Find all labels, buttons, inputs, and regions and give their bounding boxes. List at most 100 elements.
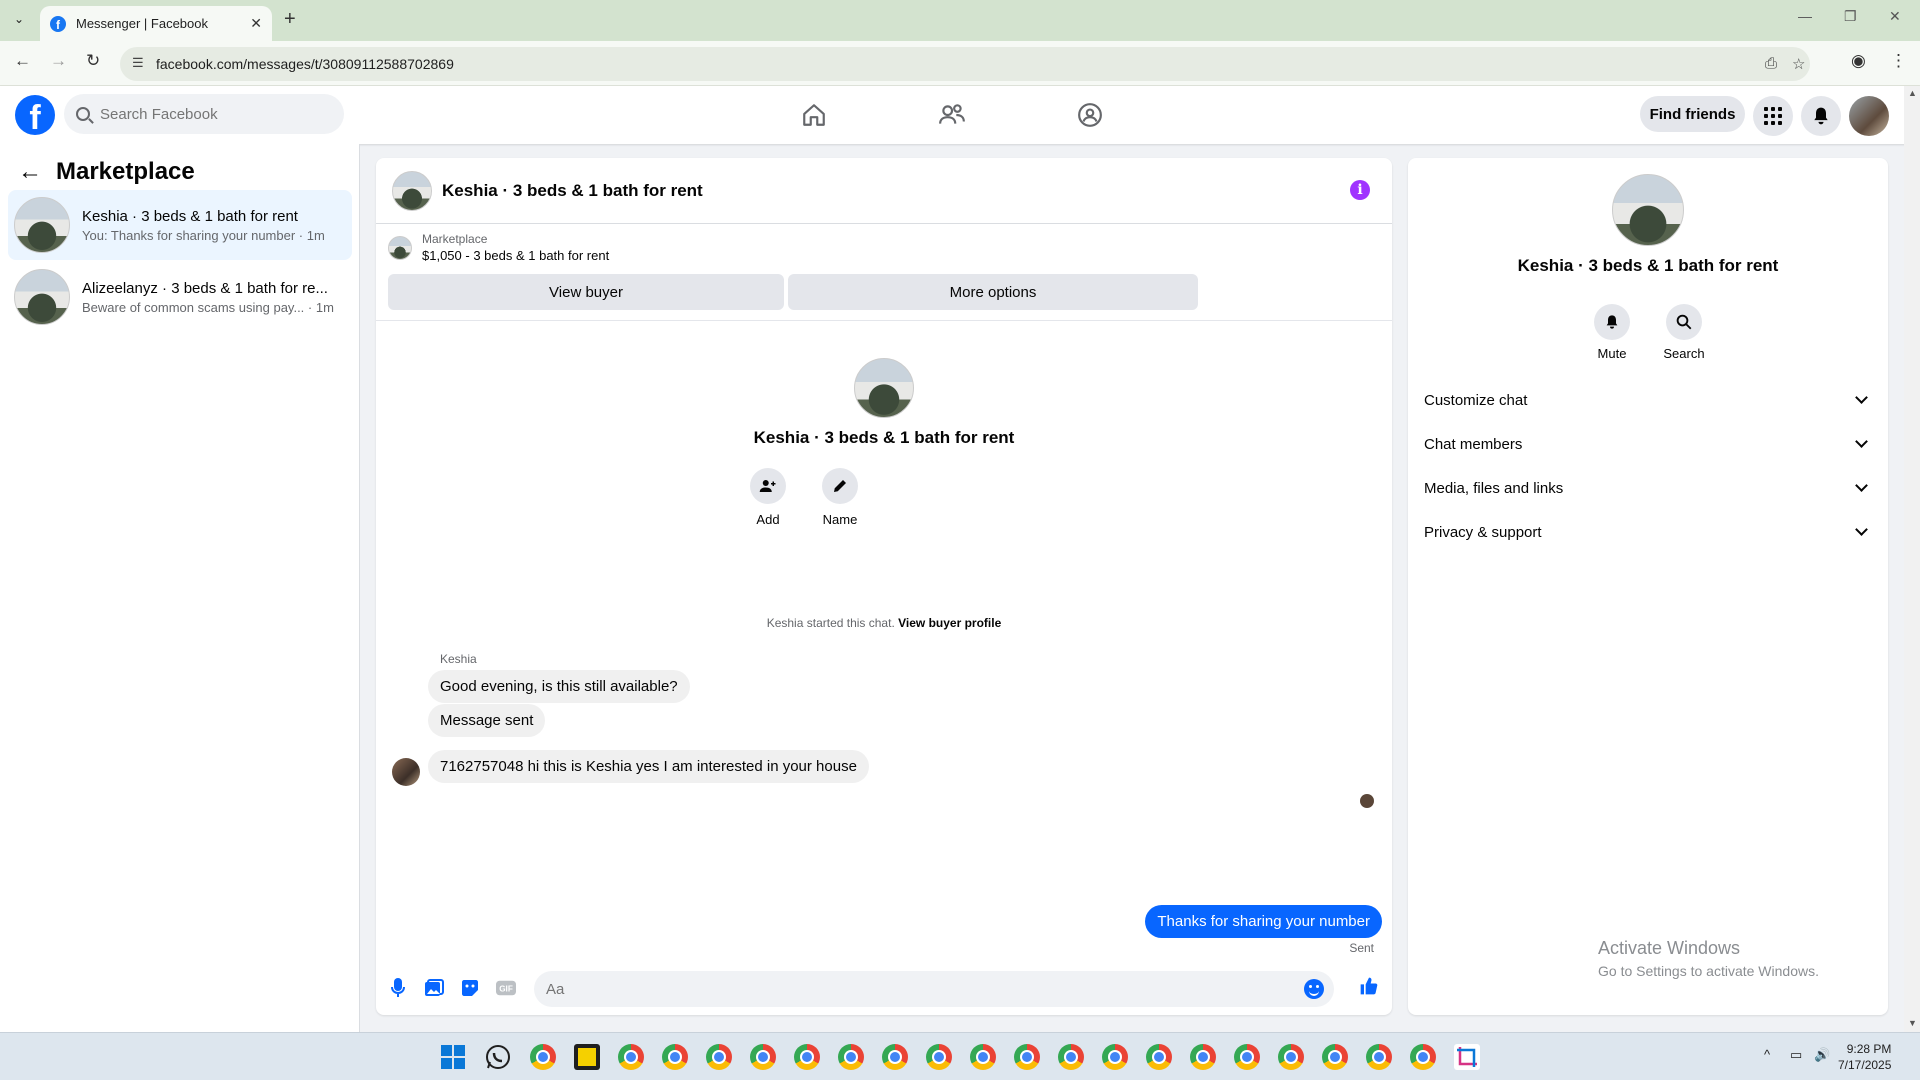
start-windows-icon[interactable] (440, 1044, 466, 1070)
reload-icon[interactable]: ↻ (86, 51, 100, 71)
facebook-search-input[interactable] (100, 105, 320, 123)
find-friends-button[interactable]: Find friends (1640, 96, 1745, 132)
facebook-search-box[interactable] (64, 94, 344, 134)
home-icon[interactable] (796, 98, 832, 132)
add-label: Add (756, 512, 780, 527)
conversation-item-keshia[interactable]: Keshia · 3 beds & 1 bath for rent You: T… (8, 190, 352, 260)
network-icon[interactable]: ▭ (1790, 1047, 1802, 1063)
details-thumbnail[interactable] (1612, 174, 1684, 246)
chrome-icon[interactable] (1058, 1044, 1084, 1070)
chrome-icon[interactable] (794, 1044, 820, 1070)
scroll-down-icon[interactable]: ▼ (1908, 1018, 1917, 1028)
whatsapp-icon[interactable] (485, 1044, 511, 1070)
sticky-notes-icon[interactable] (574, 1044, 600, 1070)
friends-icon[interactable] (934, 98, 970, 132)
chrome-icon[interactable] (530, 1044, 556, 1070)
sender-avatar[interactable] (392, 758, 420, 786)
thumbs-up-icon[interactable] (1359, 976, 1379, 996)
message-bubble[interactable]: Good evening, is this still available? (428, 670, 690, 703)
browser-tab[interactable]: f Messenger | Facebook ✕ (40, 6, 272, 41)
site-info-icon[interactable]: ☰ (132, 55, 144, 71)
back-arrow-icon[interactable]: ← (14, 51, 31, 71)
add-people-action[interactable]: Add (738, 468, 798, 527)
tab-close-icon[interactable]: ✕ (250, 15, 262, 32)
new-tab-icon[interactable]: + (284, 8, 296, 31)
show-hidden-icons-chevron-icon[interactable]: ^ (1764, 1047, 1770, 1062)
gif-icon[interactable]: GIF (496, 978, 516, 998)
chrome-icon[interactable] (1102, 1044, 1128, 1070)
chrome-icon[interactable] (1014, 1044, 1040, 1070)
system-clock[interactable]: 9:28 PM 7/17/2025 (1838, 1041, 1891, 1073)
chrome-icon[interactable] (618, 1044, 644, 1070)
name-chat-action[interactable]: Name (810, 468, 870, 527)
chrome-icon[interactable] (1190, 1044, 1216, 1070)
menu-grid-icon[interactable] (1753, 96, 1793, 136)
message-bubble[interactable]: Message sent (428, 704, 546, 737)
tab-title: Messenger | Facebook (76, 16, 208, 31)
tab-search-chevron-icon[interactable]: ⌄ (8, 8, 30, 30)
chrome-icon[interactable] (970, 1044, 996, 1070)
chat-thumbnail[interactable] (392, 170, 432, 211)
conversation-name: Keshia · 3 beds & 1 bath for rent (82, 207, 298, 225)
forward-arrow-icon[interactable]: → (50, 51, 67, 71)
message-input-box[interactable] (534, 971, 1334, 1007)
photo-icon[interactable] (424, 978, 444, 998)
snipping-tool-icon[interactable] (1454, 1044, 1480, 1070)
search-icon[interactable] (1666, 304, 1702, 340)
mute-action[interactable]: Mute (1582, 304, 1642, 361)
chrome-icon[interactable] (706, 1044, 732, 1070)
chrome-icon[interactable] (1410, 1044, 1436, 1070)
chat-members-section[interactable]: Chat members (1424, 426, 1872, 462)
chrome-icon[interactable] (926, 1044, 952, 1070)
notifications-bell-icon[interactable] (1801, 96, 1841, 136)
conversation-preview: You: Thanks for sharing your number · 1m (82, 227, 325, 243)
chrome-icon[interactable] (750, 1044, 776, 1070)
bell-icon[interactable] (1594, 304, 1630, 340)
install-app-icon[interactable]: ⎙ (1765, 55, 1777, 72)
chat-header: Keshia · 3 beds & 1 bath for rent i (376, 158, 1392, 224)
chrome-icon[interactable] (882, 1044, 908, 1070)
chrome-icon[interactable] (838, 1044, 864, 1070)
pencil-icon[interactable] (822, 468, 858, 504)
listing-thumbnail (14, 269, 70, 325)
view-buyer-profile-link[interactable]: View buyer profile (898, 616, 1001, 630)
browser-menu-icon[interactable]: ⋮ (1890, 51, 1907, 71)
view-buyer-button[interactable]: View buyer (388, 274, 784, 310)
account-avatar[interactable] (1849, 96, 1889, 136)
volume-icon[interactable]: 🔊 (1814, 1047, 1830, 1063)
restore-icon[interactable]: ❐ (1844, 8, 1857, 25)
profile-icon[interactable]: ◉ (1851, 51, 1866, 71)
sticker-icon[interactable] (460, 978, 480, 998)
chrome-icon[interactable] (1322, 1044, 1348, 1070)
page-scrollbar[interactable]: ▲ ▼ (1904, 86, 1920, 1032)
facebook-logo-icon[interactable]: f (15, 95, 55, 135)
search-action[interactable]: Search (1654, 304, 1714, 361)
marketplace-listing-bar[interactable]: Marketplace $1,050 - 3 beds & 1 bath for… (388, 232, 609, 263)
chrome-icon[interactable] (1366, 1044, 1392, 1070)
message-input[interactable] (546, 980, 1286, 998)
more-options-button[interactable]: More options (788, 274, 1198, 310)
message-bubble[interactable]: 7162757048 hi this is Keshia yes I am in… (428, 750, 869, 783)
groups-icon[interactable] (1072, 98, 1108, 132)
chrome-icon[interactable] (1146, 1044, 1172, 1070)
add-person-icon[interactable] (750, 468, 786, 504)
scroll-up-icon[interactable]: ▲ (1908, 88, 1917, 98)
bookmark-star-icon[interactable]: ☆ (1792, 55, 1805, 73)
conversation-item-alizeelanyz[interactable]: Alizeelanyz · 3 beds & 1 bath for re... … (8, 262, 352, 332)
sent-message-bubble[interactable]: Thanks for sharing your number (1145, 905, 1382, 938)
chrome-icon[interactable] (662, 1044, 688, 1070)
customize-chat-section[interactable]: Customize chat (1424, 382, 1872, 418)
chat-title[interactable]: Keshia · 3 beds & 1 bath for rent (442, 181, 703, 201)
minimize-icon[interactable]: — (1798, 8, 1812, 24)
chrome-icon[interactable] (1234, 1044, 1260, 1070)
microphone-icon[interactable] (388, 978, 408, 998)
address-bar[interactable]: ☰ facebook.com/messages/t/30809112588702… (120, 47, 1810, 81)
emoji-icon[interactable] (1304, 979, 1324, 999)
chrome-icon[interactable] (1278, 1044, 1304, 1070)
window-close-icon[interactable]: ✕ (1889, 8, 1901, 25)
media-files-links-section[interactable]: Media, files and links (1424, 470, 1872, 506)
info-icon[interactable]: i (1350, 180, 1370, 200)
back-arrow-icon[interactable]: ← (18, 158, 42, 186)
watermark-subtitle: Go to Settings to activate Windows. (1598, 963, 1819, 979)
privacy-support-section[interactable]: Privacy & support (1424, 514, 1872, 550)
